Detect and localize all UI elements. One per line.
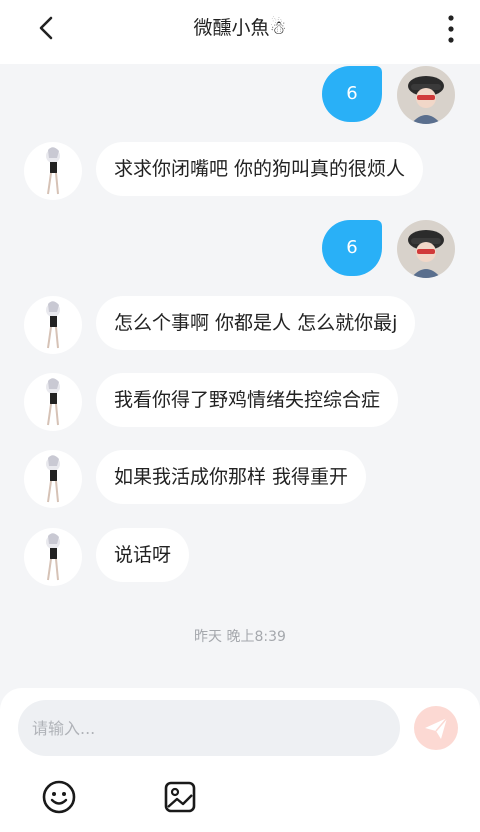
contact-avatar[interactable] [24, 296, 82, 354]
my-avatar[interactable] [397, 220, 455, 278]
my-avatar-image [408, 230, 444, 278]
message-composer [0, 688, 480, 832]
contact-avatar-image [46, 455, 60, 503]
paper-plane-icon [425, 717, 448, 739]
message-timestamp: 昨天 晚上8:39 [194, 629, 286, 645]
contact-avatar[interactable] [24, 528, 82, 586]
incoming-bubble[interactable]: 怎么个事啊 你都是人 怎么就你最j [96, 296, 416, 350]
outgoing-bubble[interactable]: 6 [322, 220, 382, 276]
contact-avatar-image [46, 301, 60, 349]
contact-avatar[interactable] [24, 450, 82, 508]
incoming-bubble[interactable]: 说话呀 [96, 528, 190, 582]
emoji-icon[interactable] [41, 779, 77, 815]
incoming-bubble[interactable]: 求求你闭嘴吧 你的狗叫真的很烦人 [96, 142, 424, 196]
contact-avatar[interactable] [24, 373, 82, 431]
chat-header: 微醺小魚☃ [0, 0, 480, 64]
image-icon[interactable] [162, 779, 198, 815]
contact-avatar-image [46, 533, 60, 581]
my-avatar-image [408, 76, 444, 124]
outgoing-bubble[interactable]: 6 [322, 66, 382, 122]
more-vertical-icon[interactable] [446, 14, 456, 44]
contact-avatar-image [46, 378, 60, 426]
incoming-bubble[interactable]: 如果我活成你那样 我得重开 [96, 450, 367, 504]
contact-avatar[interactable] [24, 142, 82, 200]
message-input[interactable] [18, 700, 400, 756]
chat-title: 微醺小魚☃ [193, 17, 287, 39]
incoming-bubble[interactable]: 我看你得了野鸡情绪失控综合症 [96, 373, 399, 427]
send-button[interactable] [414, 706, 458, 750]
contact-avatar-image [46, 147, 60, 195]
my-avatar[interactable] [397, 66, 455, 124]
